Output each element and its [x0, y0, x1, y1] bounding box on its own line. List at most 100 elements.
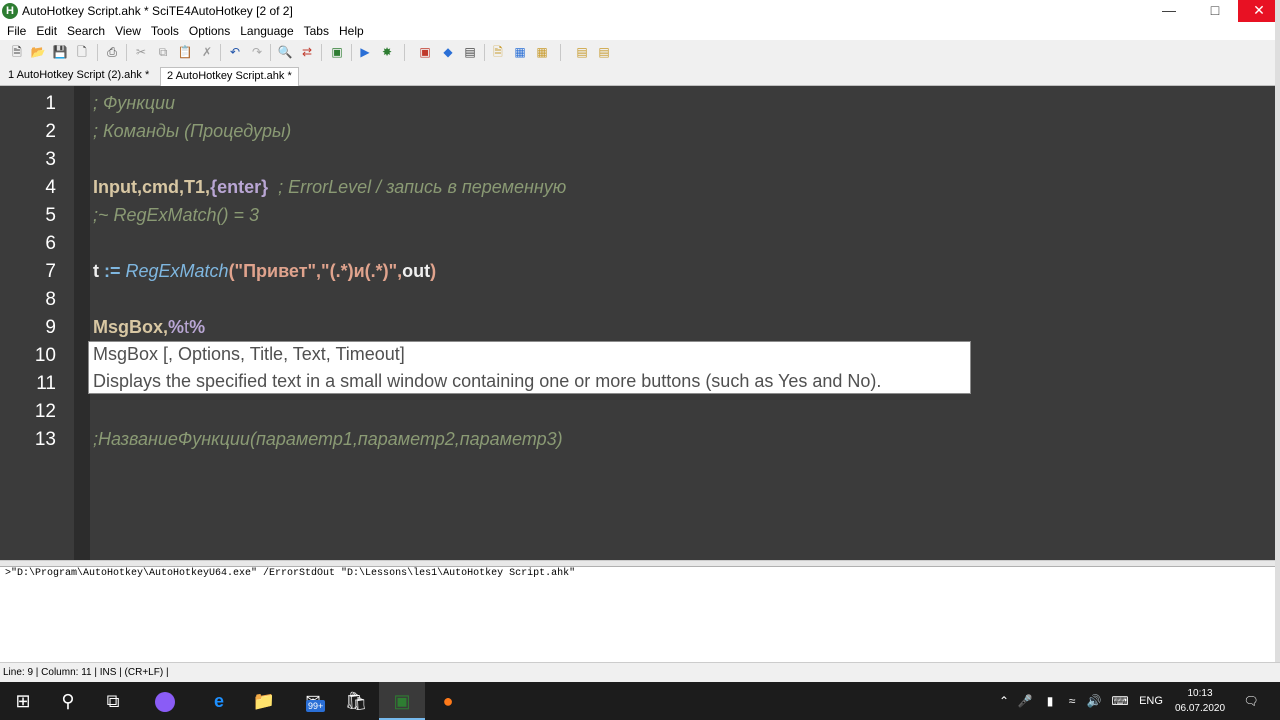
search-icon[interactable]: ⚲: [45, 682, 91, 720]
close-button[interactable]: ✕: [1238, 0, 1280, 22]
line-number: 12: [34, 401, 56, 422]
mail-icon[interactable]: ✉99+: [290, 682, 336, 720]
delete-icon[interactable]: ✗: [199, 44, 215, 60]
line-number: 8: [45, 289, 56, 310]
token-function: RegExMatch: [125, 261, 229, 281]
copy-icon[interactable]: ⧉: [155, 44, 171, 60]
status-text: Line: 9 | Column: 11 | INS | (CR+LF) |: [3, 667, 169, 678]
menu-help[interactable]: Help: [334, 22, 369, 40]
print-icon[interactable]: ⎙: [104, 44, 120, 60]
line-number: 13: [34, 429, 56, 450]
task-view-icon[interactable]: ⧉: [90, 682, 136, 720]
menu-language[interactable]: Language: [235, 22, 298, 40]
window-spy-icon[interactable]: ▣: [417, 44, 433, 60]
tab-script-2[interactable]: 1 AutoHotkey Script (2).ahk *: [2, 67, 155, 86]
clock-date: 06.07.2020: [1174, 703, 1226, 714]
code-line-13: ;НазваниеФункции(параметр1,параметр2,пар…: [93, 429, 563, 449]
network-icon[interactable]: ≈: [1062, 682, 1082, 720]
menu-options[interactable]: Options: [184, 22, 235, 40]
line-number: 4: [45, 177, 56, 198]
clock-time: 10:13: [1187, 688, 1213, 699]
output-pane[interactable]: >"D:\Program\AutoHotkey\AutoHotkeyU64.ex…: [0, 566, 1275, 662]
code-line-5: ;~ RegExMatch() = 3: [93, 205, 260, 225]
menu-tabs[interactable]: Tabs: [299, 22, 334, 40]
cut-icon[interactable]: ✂: [133, 44, 149, 60]
menu-file[interactable]: File: [0, 22, 31, 40]
code-editor[interactable]: 1 2 3 4 5 6 7 8 9 10 11 12 13 ; Функции …: [0, 86, 1275, 560]
volume-icon[interactable]: 🔊: [1084, 682, 1104, 720]
toolbar-extra-icon[interactable]: ▤: [462, 44, 478, 60]
find-icon[interactable]: 🔍: [277, 44, 293, 60]
status-bar: Line: 9 | Column: 11 | INS | (CR+LF) |: [0, 662, 1280, 682]
firefox-icon[interactable]: ●: [425, 682, 471, 720]
edge-browser-icon[interactable]: e: [196, 682, 242, 720]
menu-bar: File Edit Search View Tools Options Language Ta…: [0, 22, 1280, 40]
file-explorer-icon[interactable]: 📁: [241, 682, 287, 720]
line-number: 2: [45, 121, 56, 142]
line-number-gutter: 1 2 3 4 5 6 7 8 9 10 11 12 13: [0, 86, 74, 560]
bookmark-icon[interactable]: ▤: [574, 44, 590, 60]
new-file-icon[interactable]: 🗎: [9, 44, 25, 60]
line-number: 11: [36, 373, 56, 394]
tab-bar: 1 AutoHotkey Script (2).ahk * 2 AutoHotk…: [0, 66, 1280, 86]
alice-assistant-icon[interactable]: [142, 682, 188, 720]
line-number: 7: [45, 261, 56, 282]
line-number: 1: [45, 93, 56, 114]
battery-icon[interactable]: ▮: [1040, 682, 1060, 720]
toolbar: 🗎 📂 💾 🗋 ⎙ ✂ ⧉ 📋 ✗ ↶ ↷ 🔍 ⇄ ▣ ▶ ✸ ▣ ◆ ▤ 🗎 …: [0, 40, 1280, 66]
menu-view[interactable]: View: [110, 22, 146, 40]
code-line-7: t := RegExMatch("Привет","(.*)и(.*)",out…: [93, 261, 436, 282]
save-icon[interactable]: 💾: [52, 44, 68, 60]
code-line-1: ; Функции: [93, 93, 176, 113]
clock[interactable]: 10:13 06.07.2020: [1170, 686, 1230, 716]
microphone-icon[interactable]: 🎤: [1016, 682, 1034, 720]
run-icon[interactable]: ▶: [357, 44, 373, 60]
token-command: Input: [93, 177, 137, 197]
menu-search[interactable]: Search: [62, 22, 110, 40]
undo-icon[interactable]: ↶: [227, 44, 243, 60]
menu-tools[interactable]: Tools: [146, 22, 184, 40]
app-icon: H: [2, 3, 18, 19]
token-comment: ; ErrorLevel / запись в переменную: [268, 177, 567, 197]
tab-script-active[interactable]: 2 AutoHotkey Script.ahk *: [160, 67, 299, 86]
code-line-2: ; Команды (Процедуры): [93, 121, 292, 141]
line-number: 10: [34, 345, 56, 366]
paste-icon[interactable]: 📋: [177, 44, 193, 60]
store-icon[interactable]: 🛍: [333, 682, 379, 720]
fold-margin[interactable]: [74, 86, 90, 560]
save-as-icon[interactable]: 🗋: [74, 44, 90, 60]
mail-badge: 99+: [306, 700, 326, 712]
language-indicator[interactable]: ENG: [1136, 682, 1166, 720]
abbrev-icon[interactable]: ▤: [596, 44, 612, 60]
window-title: AutoHotkey Script.ahk * SciTE4AutoHotkey…: [22, 4, 293, 18]
compile-icon[interactable]: ▣: [329, 44, 345, 60]
replace-icon[interactable]: ⇄: [299, 44, 315, 60]
redo-icon[interactable]: ↷: [249, 44, 265, 60]
debug-icon[interactable]: ✸: [379, 44, 395, 60]
line-number: 6: [45, 233, 56, 254]
vertical-scrollbar[interactable]: [1275, 0, 1280, 720]
notifications-icon[interactable]: 🗨: [1236, 682, 1266, 720]
token-param: cmd: [142, 177, 180, 197]
token-paren: ): [430, 261, 437, 281]
properties-icon[interactable]: 🗎: [490, 44, 506, 60]
token-args: ("Привет","(.*)и(.*)",: [228, 261, 403, 281]
maximize-button[interactable]: □: [1192, 0, 1238, 22]
menu-edit[interactable]: Edit: [31, 22, 62, 40]
help-icon[interactable]: ◆: [440, 44, 456, 60]
code-line-4: Input,cmd,T1,{enter} ; ErrorLevel / запи…: [93, 177, 566, 198]
open-folder-icon[interactable]: 📂: [30, 44, 46, 60]
tray-expand-icon[interactable]: ⌃: [995, 682, 1013, 720]
settings-icon[interactable]: ▦: [512, 44, 528, 60]
minimize-button[interactable]: —: [1146, 0, 1192, 22]
scite-autohotkey-icon[interactable]: ▣: [379, 682, 425, 720]
platform-icon[interactable]: ▦: [534, 44, 550, 60]
token-command: MsgBox: [93, 317, 164, 337]
line-number: 5: [45, 205, 56, 226]
calltip-description: Displays the specified text in a small w…: [93, 371, 882, 391]
token-percent: %: [189, 317, 206, 337]
keyboard-icon[interactable]: ⌨: [1108, 682, 1132, 720]
title-bar: H AutoHotkey Script.ahk * SciTE4AutoHotk…: [0, 0, 1280, 22]
start-windows-icon[interactable]: ⊞: [0, 682, 46, 720]
token-percent: %: [168, 317, 185, 337]
